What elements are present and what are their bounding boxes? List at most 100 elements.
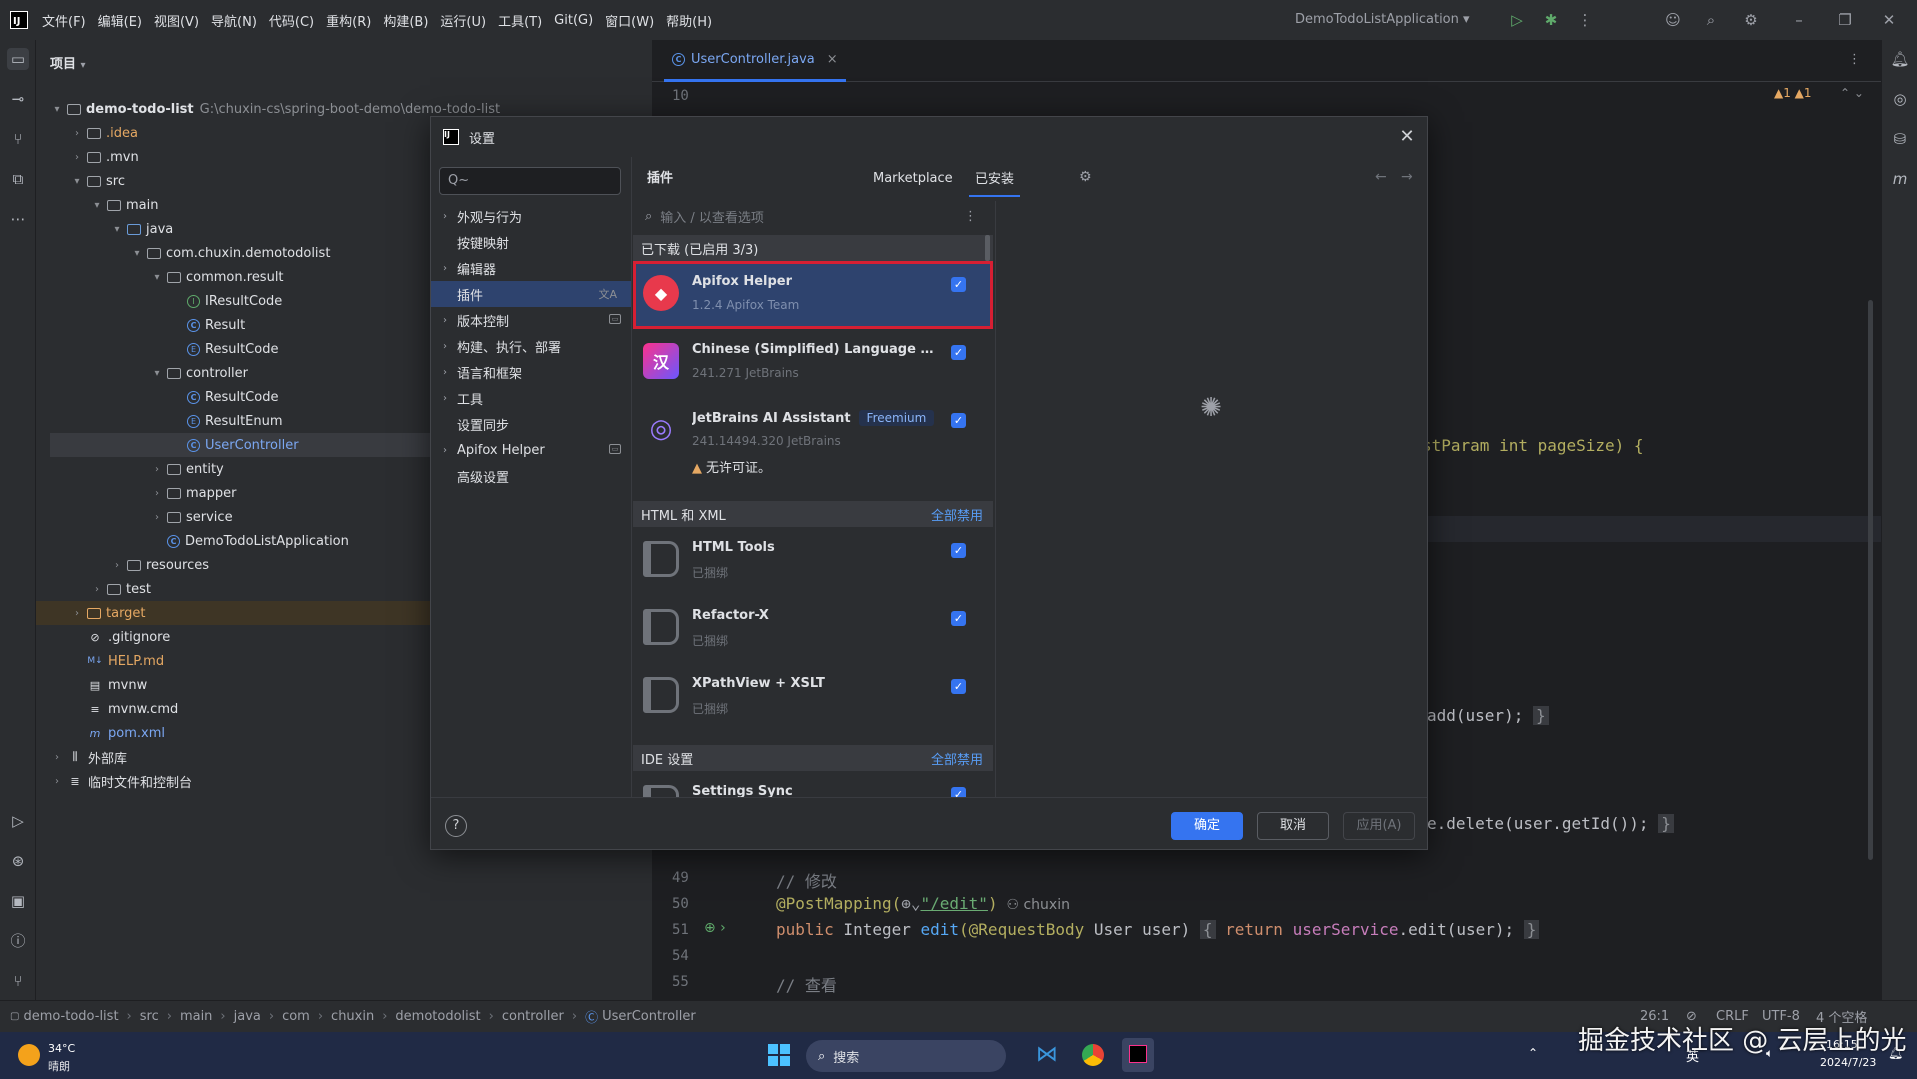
plugin-settings-gear-icon[interactable]: ⚙ <box>1079 169 1092 185</box>
maven-tool-icon[interactable]: m <box>1889 168 1911 190</box>
cancel-button[interactable]: 取消 <box>1257 812 1329 840</box>
back-arrow-icon[interactable]: ← <box>1375 169 1387 185</box>
structure-icon[interactable]: ⧉ <box>7 168 29 190</box>
apply-button[interactable]: 应用(A) <box>1343 812 1415 840</box>
more-icon[interactable]: ⋮ <box>1576 11 1594 29</box>
code-fragment-pagesize[interactable]: stParam int pageSize) { <box>1422 436 1644 455</box>
services-icon[interactable]: ⊛ <box>7 850 29 872</box>
terminal-icon[interactable]: ▣ <box>7 890 29 912</box>
close-window-icon[interactable]: ✕ <box>1880 11 1898 29</box>
disable-all-link[interactable]: 全部禁用 <box>931 749 983 768</box>
code-comment[interactable]: // 修改 <box>776 868 837 892</box>
tab-options-icon[interactable]: ⋮ <box>1848 52 1861 67</box>
close-icon[interactable]: ✕ <box>1397 127 1417 147</box>
menu-view[interactable]: 视图(V) <box>154 11 199 30</box>
intellij-logo-icon[interactable]: IJ <box>10 11 28 29</box>
disable-all-link[interactable]: 全部禁用 <box>931 505 983 524</box>
fold-marker[interactable]: } <box>1532 706 1549 725</box>
tab-installed[interactable]: 已安装 <box>969 159 1021 197</box>
notifications-bell-icon[interactable]: 🔔︎ <box>1889 48 1911 70</box>
plugin-row-chinese-language-pack[interactable]: 汉 Chinese (Simplified) Language Pac... 2… <box>633 329 993 397</box>
tab-marketplace[interactable]: Marketplace <box>873 159 953 197</box>
plugin-enabled-checkbox[interactable]: ✓ <box>951 413 966 428</box>
menu-git[interactable]: Git(G) <box>554 13 593 28</box>
search-options-icon[interactable]: ⋮ <box>964 209 977 224</box>
plugin-enabled-checkbox[interactable]: ✓ <box>951 543 966 558</box>
nav-languages-frameworks[interactable]: › 语言和框架 <box>431 359 631 385</box>
windows-start-icon[interactable] <box>768 1044 790 1066</box>
breadcrumb-item[interactable]: demotodolist <box>395 1009 480 1024</box>
nav-keymap[interactable]: 按键映射 <box>431 229 631 255</box>
plugin-enabled-checkbox[interactable]: ✓ <box>951 277 966 292</box>
help-button[interactable]: ? <box>445 815 467 837</box>
project-panel-header[interactable]: 项目 ▾ <box>50 53 86 72</box>
nav-editor[interactable]: › 编辑器 <box>431 255 631 281</box>
menu-build[interactable]: 构建(B) <box>383 11 428 30</box>
plugin-row-settings-sync[interactable]: Settings Sync ✓ <box>633 771 993 797</box>
clock-date[interactable]: 2024/7/23 <box>1820 1056 1876 1069</box>
menu-file[interactable]: 文件(F) <box>42 11 86 30</box>
nav-build-exec-deploy[interactable]: › 构建、执行、部署 <box>431 333 631 359</box>
pull-request-icon[interactable]: ⑂ <box>7 128 29 150</box>
code-comment[interactable]: // 查看 <box>776 972 837 996</box>
run-icon[interactable]: ▷ <box>1508 11 1526 29</box>
code-line-postmapping[interactable]: @PostMapping(⊕⌄"/edit") ⚇ chuxin <box>776 894 1070 913</box>
menu-code[interactable]: 代码(C) <box>269 11 314 30</box>
close-tab-icon[interactable]: × <box>827 52 838 67</box>
plugin-search-input[interactable]: ⌕ 输入 / 以查看选项 ⋮ <box>633 201 993 231</box>
breadcrumb-item[interactable]: UserController <box>602 1009 696 1024</box>
breadcrumb-item[interactable]: main <box>180 1009 212 1024</box>
plugin-enabled-checkbox[interactable]: ✓ <box>951 679 966 694</box>
nav-plugins[interactable]: 插件 文A <box>431 281 631 307</box>
project-folder-icon[interactable]: ▭ <box>7 48 29 70</box>
forward-arrow-icon[interactable]: → <box>1401 169 1413 185</box>
debug-icon[interactable]: ✱ <box>1542 11 1560 29</box>
code-line-edit-signature[interactable]: public Integer edit(@RequestBody User us… <box>776 920 1540 939</box>
add-user-icon[interactable]: ☺ <box>1664 11 1682 29</box>
nav-advanced-settings[interactable]: 高级设置 <box>431 463 631 489</box>
settings-gear-icon[interactable]: ⚙ <box>1742 11 1760 29</box>
intellij-taskbar-icon[interactable] <box>1122 1038 1154 1072</box>
fold-marker[interactable]: { <box>1199 920 1216 939</box>
inspection-warnings[interactable]: ▲1 ▲1 <box>1774 86 1812 100</box>
breadcrumb-item[interactable]: src <box>140 1009 159 1024</box>
plugin-row-xpathview[interactable]: XPathView + XSLT 已捆绑 ✓ <box>633 663 993 731</box>
minimize-icon[interactable]: – <box>1790 11 1808 29</box>
breadcrumb-item[interactable]: com <box>282 1009 310 1024</box>
tray-chevron-up-icon[interactable]: ⌃ <box>1528 1046 1538 1060</box>
breadcrumb-item[interactable]: demo-todo-list <box>23 1009 118 1024</box>
menu-run[interactable]: 运行(U) <box>440 11 486 30</box>
weather-sun-icon[interactable] <box>18 1044 40 1066</box>
code-fragment-add[interactable]: add(user); } <box>1427 706 1549 725</box>
breadcrumb-item[interactable]: chuxin <box>331 1009 374 1024</box>
plugin-row-apifox-helper[interactable]: ◆ Apifox Helper 1.2.4 Apifox Team ✓ <box>633 261 993 329</box>
git-icon[interactable]: ⑂ <box>7 970 29 992</box>
menu-tools[interactable]: 工具(T) <box>498 11 542 30</box>
ok-button[interactable]: 确定 <box>1171 812 1243 840</box>
endpoint-gutter-icon[interactable]: ⊕ › <box>704 920 726 936</box>
weather-description[interactable]: 晴朗 <box>48 1058 70 1074</box>
nav-apifox-helper[interactable]: › Apifox Helper ▭ <box>431 437 631 463</box>
commit-icon[interactable]: ⊸ <box>7 88 29 110</box>
restore-icon[interactable]: ❐ <box>1836 11 1854 29</box>
weather-temperature[interactable]: 34°C <box>48 1042 75 1055</box>
editor-tab-usercontroller[interactable]: C UserController.java × <box>664 40 846 82</box>
nav-version-control[interactable]: › 版本控制 ▭ <box>431 307 631 333</box>
chevron-up-down-icon[interactable]: ⌃ ⌄ <box>1840 86 1864 100</box>
database-icon[interactable]: ⛁ <box>1889 128 1911 150</box>
editor-scrollbar[interactable] <box>1868 300 1873 860</box>
menu-navigate[interactable]: 导航(N) <box>211 11 257 30</box>
taskbar-search-box[interactable]: ⌕ 搜索 <box>806 1040 1006 1072</box>
search-icon[interactable]: ⌕ <box>1702 11 1720 29</box>
more-tools-icon[interactable]: ⋯ <box>7 208 29 230</box>
breadcrumb-item[interactable]: controller <box>502 1009 564 1024</box>
problems-icon[interactable]: ⓘ <box>7 930 29 952</box>
settings-search-input[interactable]: Q~ <box>439 167 621 195</box>
menu-help[interactable]: 帮助(H) <box>666 11 712 30</box>
ai-assistant-icon[interactable]: ◎ <box>1889 88 1911 110</box>
plugin-list-scrollbar[interactable] <box>985 235 990 261</box>
menu-window[interactable]: 窗口(W) <box>605 11 654 30</box>
vscode-icon[interactable]: ⋈ <box>1036 1042 1058 1067</box>
fold-marker[interactable]: } <box>1658 814 1674 833</box>
nav-tools[interactable]: › 工具 <box>431 385 631 411</box>
